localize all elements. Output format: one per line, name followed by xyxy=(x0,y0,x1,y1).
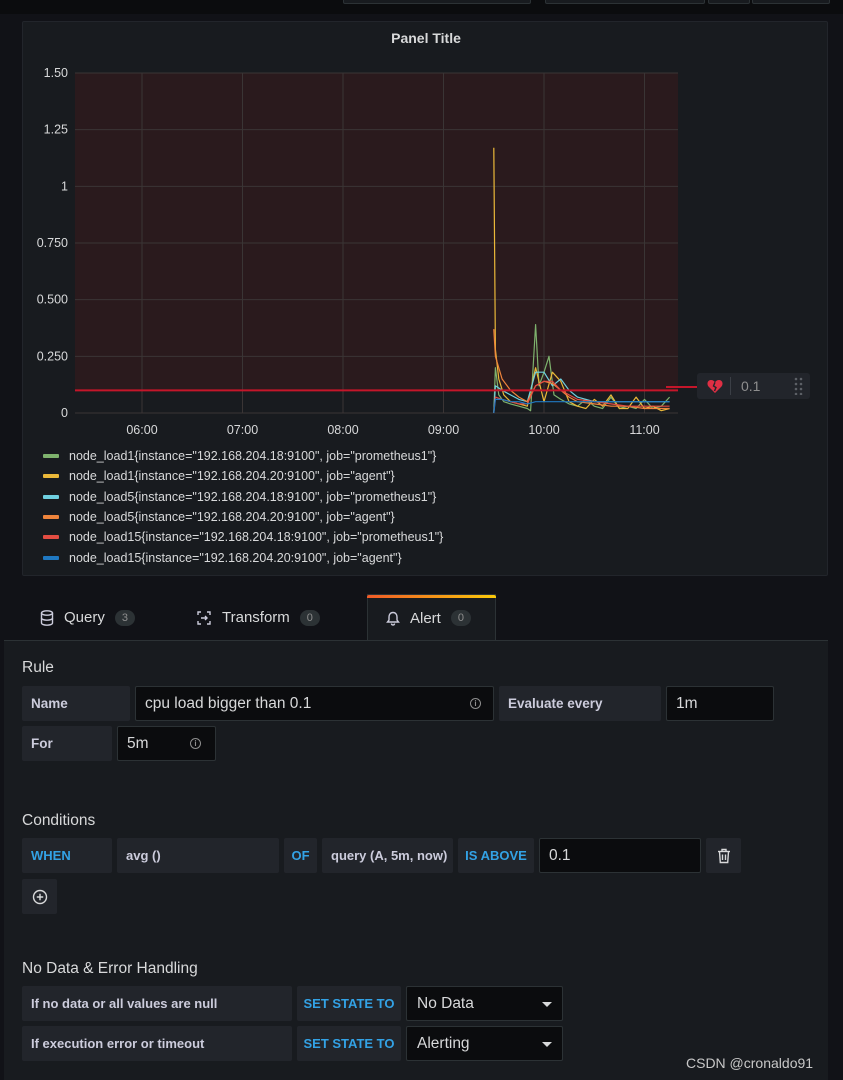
info-icon[interactable]: i xyxy=(190,738,201,749)
legend-swatch xyxy=(43,535,59,540)
toolbar-button[interactable] xyxy=(708,0,750,4)
for-input[interactable]: 5m i xyxy=(117,726,216,761)
transform-icon xyxy=(196,610,212,626)
plus-circle-icon xyxy=(32,889,48,905)
for-value: 5m xyxy=(127,734,149,752)
tab-transform-count: 0 xyxy=(299,609,320,626)
name-label: Name xyxy=(22,686,130,721)
legend-swatch xyxy=(43,454,59,459)
tab-alert-label: Alert xyxy=(410,609,441,627)
conditions-heading: Conditions xyxy=(22,812,96,829)
for-label: For xyxy=(22,726,112,761)
query-selector[interactable]: query (A, 5m, now) xyxy=(322,838,453,873)
y-tick-label: 1.25 xyxy=(44,123,68,137)
threshold-value[interactable]: 0.1 xyxy=(741,378,760,394)
legend-swatch xyxy=(43,474,59,479)
rule-name-input[interactable]: cpu load bigger than 0.1 i xyxy=(135,686,494,721)
graph-panel: Panel Title 1.50 1.25 1 0.750 0.500 0.250 0 06:… xyxy=(22,21,828,576)
x-tick-label: 09:00 xyxy=(428,423,459,437)
y-tick-label: 1 xyxy=(61,179,68,193)
error-state-select[interactable]: Alerting xyxy=(406,1026,563,1061)
threshold-connector xyxy=(666,386,697,388)
legend-label: node_load5{instance="192.168.204.20:9100… xyxy=(69,510,395,525)
trash-icon xyxy=(717,848,731,864)
legend-item[interactable]: node_load1{instance="192.168.204.20:9100… xyxy=(43,466,443,486)
evaluate-every-label: Evaluate every xyxy=(499,686,661,721)
set-state-keyword: SET STATE TO xyxy=(297,1026,401,1061)
y-tick-label: 1.50 xyxy=(44,66,68,80)
heart-broken-icon xyxy=(707,379,723,394)
threshold-input-value: 0.1 xyxy=(549,846,571,864)
legend-label: node_load5{instance="192.168.204.18:9100… xyxy=(69,489,437,504)
nodata-state-value: No Data xyxy=(417,994,474,1012)
rule-heading: Rule xyxy=(22,659,54,676)
caret-down-icon xyxy=(542,1002,552,1007)
bell-icon xyxy=(386,611,400,626)
database-icon xyxy=(40,609,54,626)
nodata-heading: No Data & Error Handling xyxy=(22,960,198,977)
delete-condition-button[interactable] xyxy=(706,838,741,873)
tab-query[interactable]: Query 3 xyxy=(40,594,135,641)
tab-query-label: Query xyxy=(64,609,105,626)
add-condition-button[interactable] xyxy=(22,879,57,914)
reducer-selector[interactable]: avg () xyxy=(117,838,279,873)
toolbar-button[interactable] xyxy=(545,0,705,4)
x-tick-label: 07:00 xyxy=(227,423,258,437)
x-tick-label: 08:00 xyxy=(327,423,358,437)
top-toolbar xyxy=(0,0,843,14)
x-tick-label: 10:00 xyxy=(528,423,559,437)
y-tick-label: 0.750 xyxy=(37,236,68,250)
error-state-value: Alerting xyxy=(417,1034,470,1052)
error-label: If execution error or timeout xyxy=(22,1026,292,1061)
editor-tabs: Query 3 Transform 0 Alert 0 xyxy=(4,594,828,641)
nodata-state-select[interactable]: No Data xyxy=(406,986,563,1021)
info-icon[interactable]: i xyxy=(470,698,481,709)
x-tick-label: 11:00 xyxy=(629,423,659,437)
when-keyword: WHEN xyxy=(22,838,112,873)
caret-down-icon xyxy=(542,1042,552,1047)
tab-query-count: 3 xyxy=(114,609,135,626)
legend-label: node_load1{instance="192.168.204.20:9100… xyxy=(69,469,395,484)
legend-item[interactable]: node_load5{instance="192.168.204.18:9100… xyxy=(43,487,443,507)
legend-item[interactable]: node_load1{instance="192.168.204.18:9100… xyxy=(43,446,443,466)
rule-name-value: cpu load bigger than 0.1 xyxy=(145,694,312,712)
legend-item[interactable]: node_load15{instance="192.168.204.18:910… xyxy=(43,527,443,547)
x-tick-label: 06:00 xyxy=(126,423,157,437)
evaluate-every-input[interactable]: 1m xyxy=(666,686,774,721)
tab-transform-label: Transform xyxy=(222,609,290,626)
y-tick-label: 0.500 xyxy=(37,293,68,307)
legend-label: node_load1{instance="192.168.204.18:9100… xyxy=(69,449,437,464)
watermark: CSDN @cronaldo91 xyxy=(686,1055,814,1071)
y-tick-label: 0 xyxy=(61,406,68,420)
tab-alert-count: 0 xyxy=(450,610,471,626)
of-keyword: OF xyxy=(284,838,317,873)
threshold-handle[interactable]: 0.1 xyxy=(697,373,810,399)
threshold-input[interactable]: 0.1 xyxy=(539,838,701,873)
legend-label: node_load15{instance="192.168.204.20:910… xyxy=(69,550,402,565)
nodata-label: If no data or all values are null xyxy=(22,986,292,1021)
toolbar-button[interactable] xyxy=(752,0,830,4)
evaluator-selector[interactable]: IS ABOVE xyxy=(458,838,534,873)
evaluate-every-value: 1m xyxy=(676,694,698,712)
legend-swatch xyxy=(43,494,59,499)
tab-alert[interactable]: Alert 0 xyxy=(367,594,496,641)
tab-transform[interactable]: Transform 0 xyxy=(196,594,320,641)
toolbar-button[interactable] xyxy=(343,0,531,4)
drag-handle-icon[interactable] xyxy=(794,377,804,395)
legend-item[interactable]: node_load5{instance="192.168.204.20:9100… xyxy=(43,507,443,527)
legend-label: node_load15{instance="192.168.204.18:910… xyxy=(69,530,444,545)
set-state-keyword: SET STATE TO xyxy=(297,986,401,1021)
legend-swatch xyxy=(43,515,59,520)
critical-region xyxy=(75,73,678,391)
legend-swatch xyxy=(43,555,59,560)
y-tick-label: 0.250 xyxy=(37,349,68,363)
legend-item[interactable]: node_load15{instance="192.168.204.20:910… xyxy=(43,547,443,567)
legend: node_load1{instance="192.168.204.18:9100… xyxy=(43,446,443,568)
